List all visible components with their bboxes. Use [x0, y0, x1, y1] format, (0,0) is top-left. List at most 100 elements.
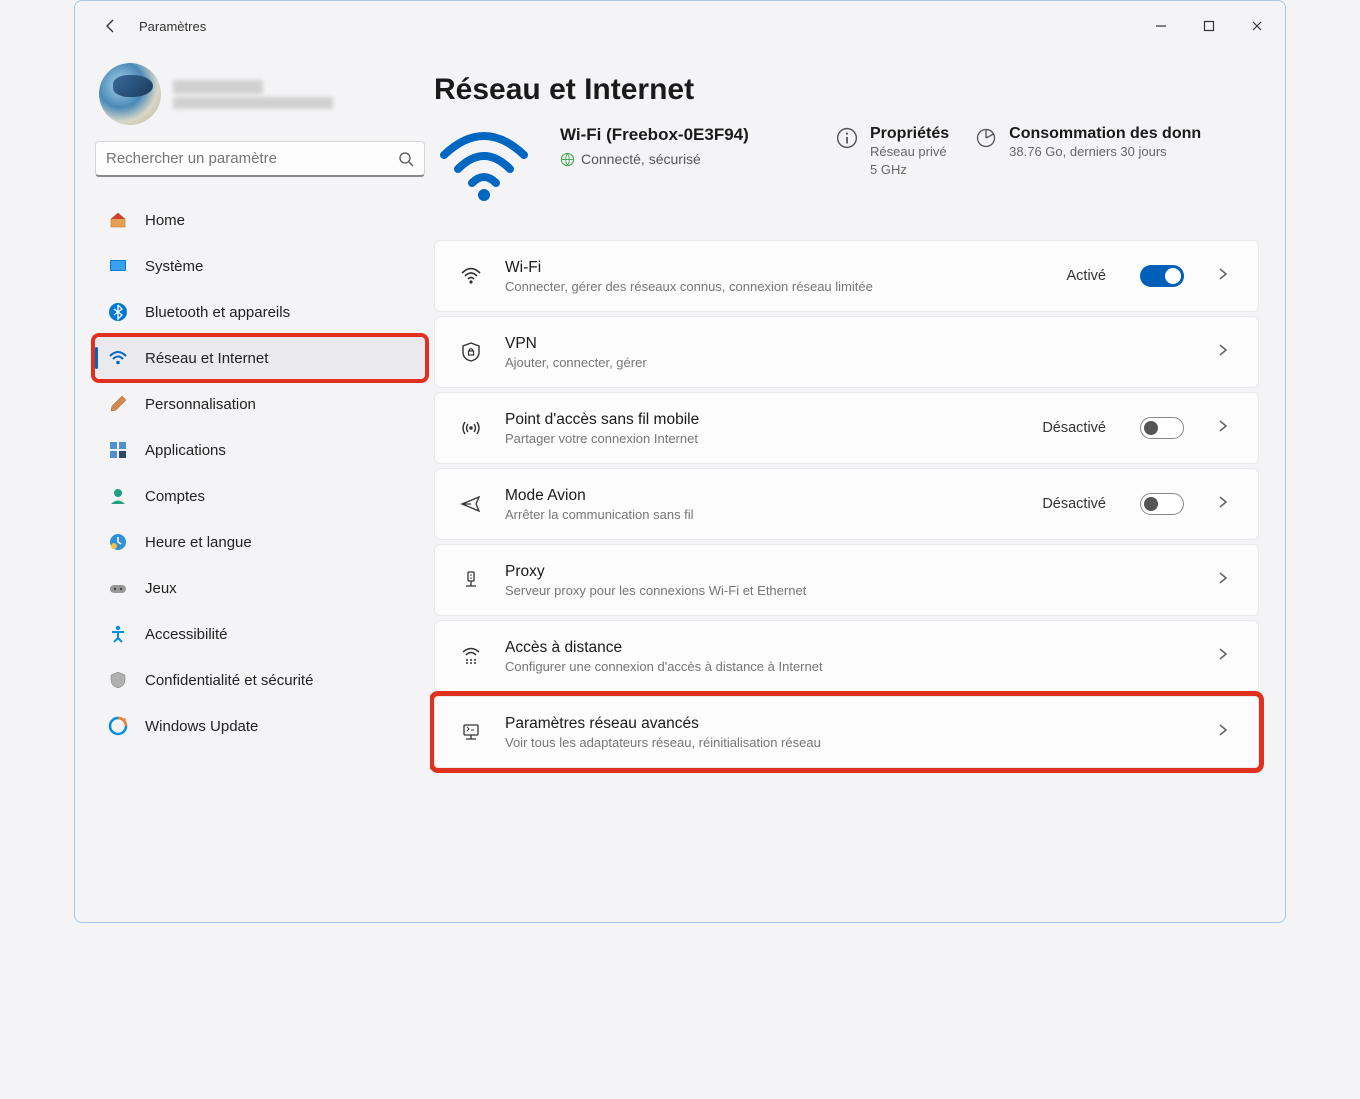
proxy-icon [457, 568, 485, 592]
card-sub: Ajouter, connecter, gérer [505, 355, 1196, 370]
sidebar: Home Système Bluetooth et appareils Rése… [75, 51, 430, 922]
sidebar-item-label: Système [145, 258, 203, 275]
card-proxy[interactable]: Proxy Serveur proxy pour les connexions … [434, 544, 1259, 616]
connection-name: Wi-Fi (Freebox-0E3F94) [560, 125, 749, 145]
globe-icon [560, 152, 575, 167]
card-wifi[interactable]: Wi-Fi Connecter, gérer des réseaux connu… [434, 240, 1259, 312]
sidebar-item-label: Applications [145, 442, 226, 459]
window-title: Paramètres [139, 19, 206, 34]
sidebar-item-personalization[interactable]: Personnalisation [95, 383, 425, 425]
shield-icon [107, 669, 129, 691]
dialup-icon [457, 644, 485, 668]
connection-status: Connecté, sécurisé [581, 151, 701, 167]
sidebar-item-apps[interactable]: Applications [95, 429, 425, 471]
card-title: Paramètres réseau avancés [505, 715, 1196, 733]
user-icon [107, 485, 129, 507]
wifi-large-icon [434, 125, 534, 210]
card-sub: Arrêter la communication sans fil [505, 507, 1022, 522]
sidebar-item-label: Confidentialité et sécurité [145, 672, 313, 689]
settings-cards: Wi-Fi Connecter, gérer des réseaux connu… [430, 240, 1259, 768]
sidebar-item-label: Accessibilité [145, 626, 228, 643]
card-title: Proxy [505, 563, 1196, 581]
usage-sub: 38.76 Go, derniers 30 jours [1009, 143, 1201, 161]
wifi-toggle[interactable] [1140, 265, 1184, 287]
info-icon [836, 127, 858, 149]
system-icon [107, 255, 129, 277]
network-hero: Wi-Fi (Freebox-0E3F94) Connecté, sécuris… [430, 125, 1259, 210]
sidebar-item-update[interactable]: Windows Update [95, 705, 425, 747]
wifi-state: Activé [1067, 268, 1107, 284]
minimize-button[interactable] [1137, 6, 1185, 46]
hotspot-state: Désactivé [1042, 420, 1106, 436]
update-icon [107, 715, 129, 737]
accessibility-icon [107, 623, 129, 645]
card-hotspot[interactable]: Point d'accès sans fil mobile Partager v… [434, 392, 1259, 464]
card-title: Accès à distance [505, 639, 1196, 657]
card-title: Point d'accès sans fil mobile [505, 411, 1022, 429]
chevron-right-icon [1216, 571, 1236, 590]
hotspot-icon [457, 416, 485, 440]
sidebar-item-accounts[interactable]: Comptes [95, 475, 425, 517]
profile-text [173, 77, 430, 112]
airplane-icon [457, 492, 485, 516]
card-sub: Voir tous les adaptateurs réseau, réinit… [505, 735, 1196, 750]
airplane-toggle[interactable] [1140, 493, 1184, 515]
sidebar-item-home[interactable]: Home [95, 199, 425, 241]
chevron-right-icon [1216, 267, 1236, 286]
close-button[interactable] [1233, 6, 1281, 46]
profile-block[interactable] [95, 63, 430, 141]
sidebar-item-label: Windows Update [145, 718, 258, 735]
sidebar-item-label: Heure et langue [145, 534, 252, 551]
sidebar-item-gaming[interactable]: Jeux [95, 567, 425, 609]
sidebar-item-label: Bluetooth et appareils [145, 304, 290, 321]
card-sub: Partager votre connexion Internet [505, 431, 1022, 446]
properties-title: Propriétés [870, 125, 949, 143]
sidebar-item-network[interactable]: Réseau et Internet [95, 337, 425, 379]
card-sub: Configurer une connexion d'accès à dista… [505, 659, 1196, 674]
sidebar-item-label: Home [145, 212, 185, 229]
wifi-icon [457, 264, 485, 288]
search-box[interactable] [95, 141, 425, 177]
hero-usage-block[interactable]: Consommation des donn 38.76 Go, derniers… [975, 125, 1201, 210]
card-advanced-network[interactable]: Paramètres réseau avancés Voir tous les … [434, 696, 1259, 768]
home-icon [107, 209, 129, 231]
sidebar-item-label: Personnalisation [145, 396, 256, 413]
maximize-button[interactable] [1185, 6, 1233, 46]
nav-list: Home Système Bluetooth et appareils Rése… [95, 199, 430, 747]
search-input[interactable] [106, 150, 398, 167]
titlebar: Paramètres [75, 1, 1285, 51]
wifi-icon [107, 347, 129, 369]
main-content: Réseau et Internet Wi-Fi (Freebox-0E3F94… [430, 51, 1285, 922]
card-airplane[interactable]: Mode Avion Arrêter la communication sans… [434, 468, 1259, 540]
hero-properties-block[interactable]: Propriétés Réseau privé 5 GHz [836, 125, 949, 210]
chevron-right-icon [1216, 723, 1236, 742]
hotspot-toggle[interactable] [1140, 417, 1184, 439]
sidebar-item-label: Comptes [145, 488, 205, 505]
chevron-right-icon [1216, 343, 1236, 362]
time-icon [107, 531, 129, 553]
properties-line1: Réseau privé [870, 143, 949, 161]
card-title: Wi-Fi [505, 259, 1047, 277]
bluetooth-icon [107, 301, 129, 323]
properties-line2: 5 GHz [870, 161, 949, 179]
sidebar-item-label: Réseau et Internet [145, 350, 268, 367]
back-button[interactable] [91, 6, 131, 46]
card-dialup[interactable]: Accès à distance Configurer une connexio… [434, 620, 1259, 692]
sidebar-item-time[interactable]: Heure et langue [95, 521, 425, 563]
hero-main-block[interactable]: Wi-Fi (Freebox-0E3F94) Connecté, sécuris… [560, 125, 810, 210]
usage-title: Consommation des donn [1009, 125, 1201, 143]
usage-icon [975, 127, 997, 149]
search-icon [398, 151, 414, 167]
sidebar-item-privacy[interactable]: Confidentialité et sécurité [95, 659, 425, 701]
chevron-right-icon [1216, 495, 1236, 514]
window-controls [1137, 6, 1281, 46]
card-sub: Serveur proxy pour les connexions Wi-Fi … [505, 583, 1196, 598]
card-vpn[interactable]: VPN Ajouter, connecter, gérer [434, 316, 1259, 388]
sidebar-item-label: Jeux [145, 580, 177, 597]
card-sub: Connecter, gérer des réseaux connus, con… [505, 279, 1047, 294]
sidebar-item-bluetooth[interactable]: Bluetooth et appareils [95, 291, 425, 333]
sidebar-item-accessibility[interactable]: Accessibilité [95, 613, 425, 655]
avatar [99, 63, 161, 125]
vpn-icon [457, 340, 485, 364]
sidebar-item-system[interactable]: Système [95, 245, 425, 287]
